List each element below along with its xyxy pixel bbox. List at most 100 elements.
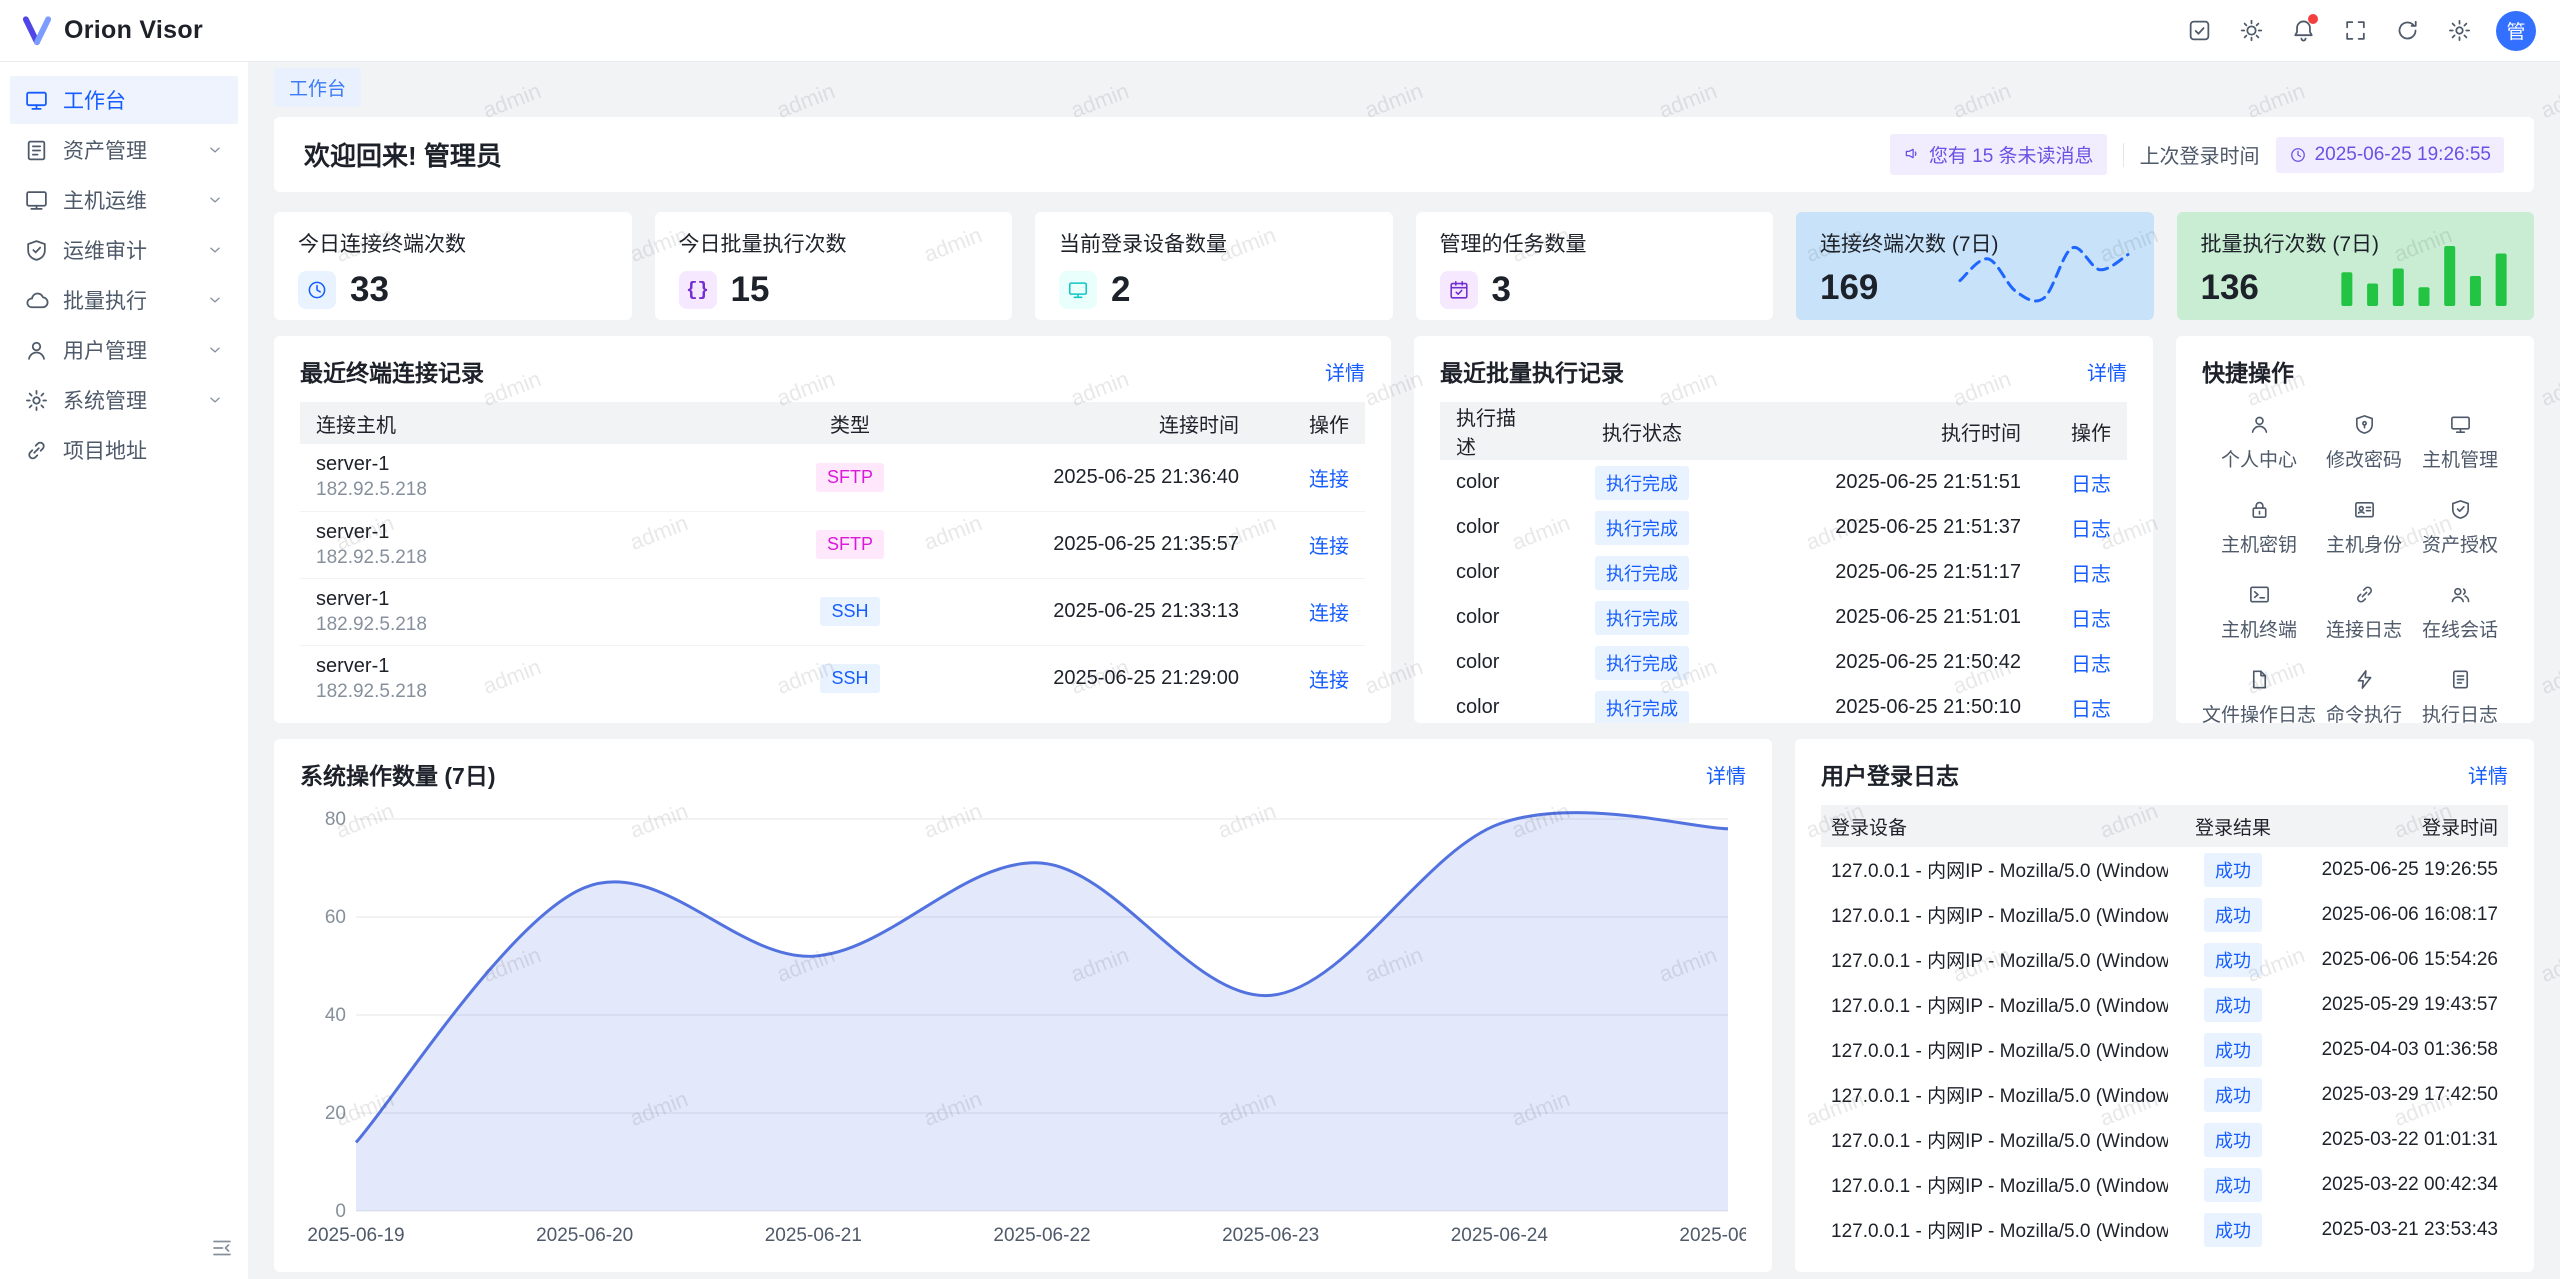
column-header: 连接时间 [925, 402, 1255, 444]
refresh-icon [2395, 18, 2420, 43]
terminal-record-row: server-1182.92.5.218SSH2025-06-25 21:29:… [300, 645, 1365, 712]
main-content: adminadminadminadminadminadminadminadmin… [248, 62, 2560, 1279]
terminal-detail-link[interactable]: 详情 [1325, 357, 1365, 386]
connect-link[interactable]: 连接 [1309, 469, 1349, 491]
trend-card-1: 批量执行次数 (7日)136 [2177, 212, 2535, 320]
sidebar-item-7[interactable]: 项目地址 [10, 426, 238, 474]
tasks-button[interactable] [2176, 8, 2222, 54]
quick-action-3[interactable]: 主机密钥 [2202, 487, 2316, 568]
batch-detail-link[interactable]: 详情 [2087, 357, 2127, 386]
clock-icon [2289, 146, 2307, 164]
quick-action-label: 命令执行 [2326, 700, 2402, 723]
chevron-down-icon [206, 241, 224, 259]
sidebar-item-5[interactable]: 用户管理 [10, 326, 238, 374]
column-header: 类型 [775, 402, 925, 444]
welcome-banner: 欢迎回来! 管理员 您有 15 条未读消息 上次登录时间 2025-06-25 … [274, 117, 2534, 192]
unread-messages-tag[interactable]: 您有 15 条未读消息 [1890, 134, 2107, 175]
svg-text:40: 40 [325, 1005, 346, 1026]
column-header: 登录时间 [2298, 805, 2508, 847]
terminal-record-row: server-1182.92.5.218SSH2025-06-25 21:33:… [300, 578, 1365, 645]
quick-action-2[interactable]: 主机管理 [2412, 402, 2508, 483]
log-link[interactable]: 日志 [2071, 654, 2111, 676]
last-login-label: 上次登录时间 [2140, 140, 2260, 169]
svg-text:20: 20 [325, 1103, 346, 1124]
login-time: 2025-05-29 19:43:57 [2298, 982, 2508, 1027]
connect-link[interactable]: 连接 [1309, 603, 1349, 625]
login-time: 2025-03-22 01:01:31 [2298, 1117, 2508, 1162]
sidebar-collapse-icon[interactable] [210, 1236, 234, 1265]
theme-toggle-button[interactable] [2228, 8, 2274, 54]
login-time: 2025-06-06 16:08:17 [2298, 892, 2508, 937]
refresh-button[interactable] [2384, 8, 2430, 54]
quick-action-9[interactable]: 文件操作日志 [2202, 657, 2316, 723]
panel-title: 最近批量执行记录 [1440, 354, 1624, 388]
sidebar-item-0[interactable]: 工作台 [10, 76, 238, 124]
quick-action-10[interactable]: 命令执行 [2316, 657, 2412, 723]
fullscreen-button[interactable] [2332, 8, 2378, 54]
gear-icon [2447, 18, 2472, 43]
connect-link[interactable]: 连接 [1309, 670, 1349, 692]
sidebar-item-3[interactable]: 运维审计 [10, 226, 238, 274]
exec-status-tag: 执行完成 [1595, 691, 1689, 724]
sidebar-item-6[interactable]: 系统管理 [10, 376, 238, 424]
quick-action-11[interactable]: 执行日志 [2412, 657, 2508, 723]
connect-time: 2025-06-25 21:35:57 [925, 511, 1255, 578]
breadcrumb-workbench[interactable]: 工作台 [274, 68, 361, 107]
column-header: 登录结果 [2168, 805, 2298, 847]
user-avatar[interactable]: 管 [2496, 11, 2536, 51]
clock-icon [298, 271, 336, 309]
svg-text:80: 80 [325, 809, 346, 830]
announcement-icon [1903, 146, 1921, 164]
ops-area-chart: 0204060802025-06-192025-06-202025-06-212… [300, 805, 1746, 1253]
log-link[interactable]: 日志 [2071, 699, 2111, 721]
exec-description: color [1440, 550, 1547, 595]
exec-status-tag: 执行完成 [1595, 511, 1689, 545]
user-icon [2248, 413, 2271, 436]
login-result-tag: 成功 [2204, 1213, 2262, 1247]
quick-action-8[interactable]: 在线会话 [2412, 572, 2508, 653]
quick-action-5[interactable]: 资产授权 [2412, 487, 2508, 568]
quick-action-label: 执行日志 [2422, 700, 2498, 723]
terminal-records-table: 连接主机类型连接时间操作 server-1182.92.5.218SFTP202… [300, 402, 1365, 712]
log-link[interactable]: 日志 [2071, 564, 2111, 586]
idcard-icon [2353, 498, 2376, 521]
login-device: 127.0.0.1 - 内网IP - Mozilla/5.0 (Windows … [1831, 1081, 2158, 1108]
host-ip: 182.92.5.218 [316, 681, 759, 703]
quick-action-6[interactable]: 主机终端 [2202, 572, 2316, 653]
breadcrumb: 工作台 [274, 70, 2534, 104]
log-link[interactable]: 日志 [2071, 519, 2111, 541]
sidebar-item-4[interactable]: 批量执行 [10, 276, 238, 324]
login-result-tag: 成功 [2204, 1168, 2262, 1202]
check-square-icon [2187, 18, 2212, 43]
login-detail-link[interactable]: 详情 [2468, 760, 2508, 789]
ops-detail-link[interactable]: 详情 [1706, 760, 1746, 789]
connect-link[interactable]: 连接 [1309, 536, 1349, 558]
watermark-text: admin [2537, 366, 2560, 412]
host-ip: 182.92.5.218 [316, 614, 759, 636]
batch-record-row: color执行完成2025-06-25 21:51:17日志 [1440, 550, 2127, 595]
sidebar-item-1[interactable]: 资产管理 [10, 126, 238, 174]
unread-messages-text: 您有 15 条未读消息 [1929, 141, 2094, 168]
log-link[interactable]: 日志 [2071, 609, 2111, 631]
sidebar-item-label: 项目地址 [63, 435, 147, 465]
sidebar-nav: 工作台资产管理主机运维运维审计批量执行用户管理系统管理项目地址 [10, 76, 238, 474]
exec-time: 2025-06-25 21:50:10 [1737, 685, 2037, 723]
header-actions: 管 [2176, 8, 2536, 54]
quick-action-4[interactable]: 主机身份 [2316, 487, 2412, 568]
workbench-icon [24, 88, 49, 113]
batch-records-panel: 最近批量执行记录 详情 执行描述执行状态执行时间操作 color执行完成2025… [1414, 336, 2153, 723]
exec-description: color [1440, 640, 1547, 685]
sidebar-item-label: 批量执行 [63, 285, 147, 315]
log-link[interactable]: 日志 [2071, 474, 2111, 496]
quick-action-1[interactable]: 修改密码 [2316, 402, 2412, 483]
stat-card-0: 今日连接终端次数33 [274, 212, 632, 320]
quick-action-0[interactable]: 个人中心 [2202, 402, 2316, 483]
settings-button[interactable] [2436, 8, 2482, 54]
notifications-button[interactable] [2280, 8, 2326, 54]
sidebar-item-2[interactable]: 主机运维 [10, 176, 238, 224]
sidebar-item-label: 运维审计 [63, 235, 147, 265]
ops-chart-panel: 系统操作数量 (7日) 详情 0204060802025-06-192025-0… [274, 739, 1772, 1272]
app-header: Orion Visor 管 [0, 0, 2560, 62]
quick-action-7[interactable]: 连接日志 [2316, 572, 2412, 653]
quick-action-label: 主机管理 [2422, 445, 2498, 472]
